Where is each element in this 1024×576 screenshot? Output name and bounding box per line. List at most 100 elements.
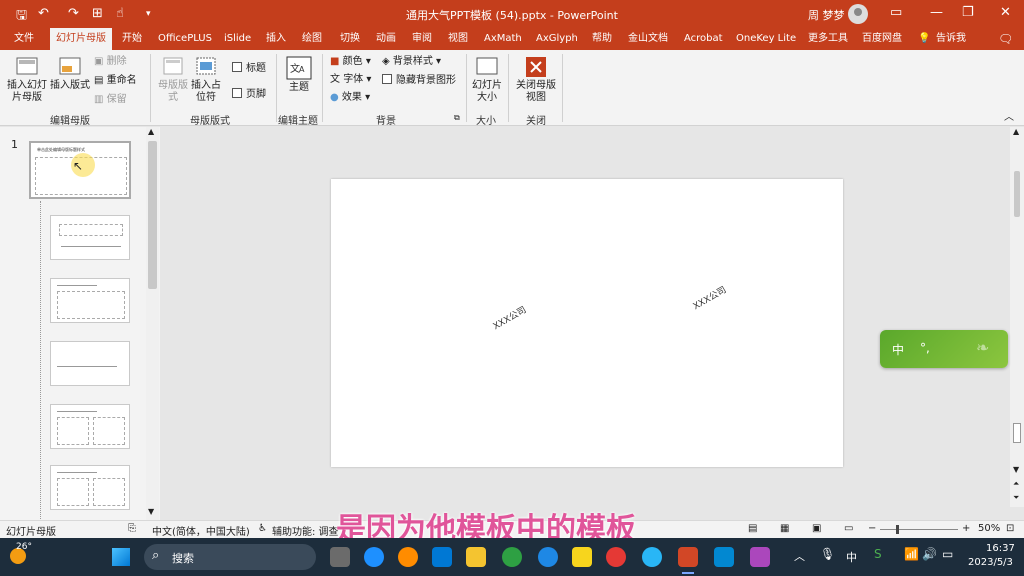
insert-placeholder-button[interactable]: 插入占位符: [188, 56, 224, 104]
scrollbar-thumb[interactable]: [1014, 171, 1020, 217]
minimize-icon[interactable]: —: [930, 5, 943, 20]
hide-background-graphics-checkbox[interactable]: 隐藏背景图形: [382, 74, 456, 87]
scroll-up-icon[interactable]: ▲: [1013, 127, 1019, 136]
tab-officeplus[interactable]: OfficePLUS: [158, 28, 212, 50]
mail-icon[interactable]: [714, 547, 734, 567]
clock-date[interactable]: 2023/5/3: [968, 557, 1013, 568]
browser-icon[interactable]: [502, 547, 522, 567]
thumbnail-layout-4[interactable]: [50, 404, 130, 449]
status-accessibility[interactable]: 辅助功能: 调查: [272, 523, 339, 538]
scroll-down-icon[interactable]: ▼: [1013, 465, 1019, 474]
clock-time[interactable]: 16:37: [986, 543, 1015, 554]
volume-icon[interactable]: 🔊: [922, 547, 937, 561]
insert-layout-button[interactable]: 插入版式: [50, 56, 90, 92]
insert-slide-master-button[interactable]: 插入幻灯片母版: [6, 56, 48, 104]
close-icon[interactable]: ✕: [1000, 5, 1011, 20]
store-icon[interactable]: [432, 547, 452, 567]
background-styles-button[interactable]: ◈ 背景样式 ▾: [382, 56, 441, 68]
rename-button[interactable]: ▤ 重命名: [94, 75, 137, 87]
ribbon-display-options-icon[interactable]: ▭: [890, 5, 902, 20]
preserve-button[interactable]: ▥ 保留: [94, 94, 127, 106]
thumbnail-layout-2[interactable]: [50, 278, 130, 323]
tab-axmath[interactable]: AxMath: [484, 28, 522, 50]
zoom-slider-thumb[interactable]: [896, 525, 899, 534]
microphone-icon[interactable]: 🎙: [820, 547, 835, 561]
restore-icon[interactable]: ❐: [962, 5, 974, 20]
tab-file[interactable]: 文件: [14, 28, 34, 50]
tab-view[interactable]: 视图: [448, 28, 468, 50]
master-layout-button[interactable]: 母版版式: [158, 56, 188, 104]
record-icon[interactable]: [606, 547, 626, 567]
tab-insert[interactable]: 插入: [266, 28, 286, 50]
spellcheck-icon[interactable]: ⎘: [128, 523, 136, 534]
tab-slide-master[interactable]: 幻灯片母版: [50, 28, 112, 50]
zoom-level[interactable]: 50%: [978, 523, 1000, 534]
status-language[interactable]: 中文(简体，中国大陆): [152, 523, 250, 538]
footer-checkbox[interactable]: 页脚: [232, 88, 266, 101]
footer-checkbox-box[interactable]: [232, 88, 242, 98]
title-checkbox-box[interactable]: [232, 62, 242, 72]
slide-canvas[interactable]: XXX公司 XXX公司: [331, 179, 843, 467]
notes-app-icon[interactable]: [572, 547, 592, 567]
task-view-icon[interactable]: [330, 547, 350, 567]
scroll-down-icon[interactable]: ▼: [148, 507, 154, 516]
close-master-view-button[interactable]: 关闭母版视图: [514, 56, 558, 104]
edge-icon[interactable]: [642, 547, 662, 567]
thumbnail-layout-5[interactable]: [50, 465, 130, 510]
tab-home[interactable]: 开始: [122, 28, 142, 50]
battery-icon[interactable]: ▭: [942, 547, 953, 561]
next-slide-icon[interactable]: ⏷: [1013, 493, 1019, 503]
comments-icon[interactable]: 🗨: [998, 28, 1013, 50]
avatar[interactable]: [848, 4, 868, 24]
zoom-out-icon[interactable]: −: [868, 523, 876, 534]
thumbnail-master[interactable]: 单击此处编辑母版标题样式 ↖: [29, 141, 131, 199]
scrollbar-thumb[interactable]: [148, 141, 157, 289]
background-dialog-launcher-icon[interactable]: ⧉: [454, 112, 460, 124]
k-app-icon[interactable]: [538, 547, 558, 567]
reading-view-icon[interactable]: ▭: [844, 523, 853, 534]
tab-axglyph[interactable]: AxGlyph: [536, 28, 578, 50]
tab-review[interactable]: 审阅: [412, 28, 432, 50]
shield-icon[interactable]: [750, 547, 770, 567]
effects-button[interactable]: ● 效果 ▾: [330, 92, 370, 104]
thumbnail-layout-3[interactable]: [50, 341, 130, 386]
hidden-icons-chevron-icon[interactable]: ︿: [794, 548, 805, 564]
scroll-up-icon[interactable]: ▲: [148, 127, 154, 136]
scrollbar-position-box[interactable]: [1013, 423, 1021, 443]
location-app-icon[interactable]: [364, 547, 384, 567]
taskbar-search[interactable]: ⌕ 搜索: [144, 544, 316, 570]
slide-sorter-icon[interactable]: ▣: [812, 523, 821, 534]
tab-more-tools[interactable]: 更多工具: [808, 28, 848, 50]
wifi-icon[interactable]: 📶: [904, 547, 919, 561]
tab-acrobat[interactable]: Acrobat: [684, 28, 723, 50]
tell-me-search[interactable]: 告诉我: [936, 28, 966, 50]
fit-to-window-icon[interactable]: ⊡: [1006, 523, 1014, 534]
zoom-in-icon[interactable]: +: [962, 523, 970, 534]
colors-button[interactable]: ■ 颜色 ▾: [330, 56, 371, 68]
collapse-ribbon-icon[interactable]: ︿: [1004, 112, 1014, 124]
tab-islide[interactable]: iSlide: [224, 28, 251, 50]
input-method-indicator[interactable]: 中: [846, 549, 857, 565]
search-app-icon[interactable]: [398, 547, 418, 567]
themes-button[interactable]: 文A 主题: [284, 56, 314, 94]
user-name[interactable]: 周 梦梦: [808, 7, 845, 23]
slide-size-button[interactable]: 幻灯片大小: [470, 56, 504, 104]
powerpoint-icon[interactable]: [678, 547, 698, 567]
tab-draw[interactable]: 绘图: [302, 28, 322, 50]
ime-toolbar[interactable]: 中 °, ❧: [880, 330, 1008, 368]
ime-mode[interactable]: 中: [892, 341, 904, 358]
windows-start-icon[interactable]: [112, 548, 130, 566]
file-explorer-icon[interactable]: [466, 547, 486, 567]
ime-punctuation[interactable]: °,: [920, 341, 930, 355]
zoom-slider[interactable]: [880, 529, 958, 530]
title-checkbox[interactable]: 标题: [232, 62, 266, 75]
slide-scrollbar[interactable]: ▲ ▼ ⏶ ⏷: [1010, 127, 1024, 507]
tab-onekey-lite[interactable]: OneKey Lite: [736, 28, 796, 50]
fonts-button[interactable]: 文 字体 ▾: [330, 74, 371, 86]
sogou-icon[interactable]: S: [874, 547, 882, 561]
hide-background-checkbox-box[interactable]: [382, 74, 392, 84]
thumbnail-layout-1[interactable]: [50, 215, 130, 260]
tab-animations[interactable]: 动画: [376, 28, 396, 50]
tab-baidu-netdisk[interactable]: 百度网盘: [862, 28, 902, 50]
tab-transitions[interactable]: 切换: [340, 28, 360, 50]
